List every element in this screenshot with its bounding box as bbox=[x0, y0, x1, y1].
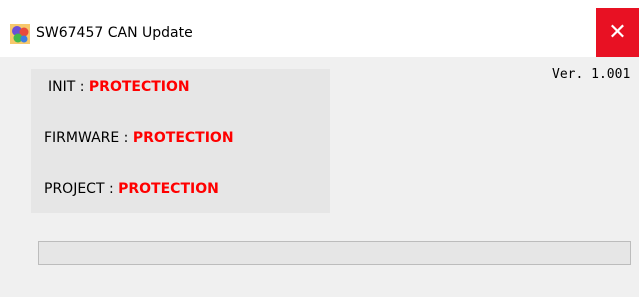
version-label: Ver. 1.001 bbox=[552, 67, 631, 82]
close-icon: ✕ bbox=[608, 19, 627, 45]
firmware-label: FIRMWARE : bbox=[44, 130, 133, 146]
init-value: PROTECTION bbox=[88, 79, 190, 95]
init-status: INIT : PROTECTION bbox=[48, 79, 190, 95]
app-icon bbox=[10, 24, 30, 44]
firmware-status: FIRMWARE : PROTECTION bbox=[44, 130, 234, 146]
init-label: INIT : bbox=[48, 79, 89, 95]
status-panel: INIT : PROTECTION FIRMWARE : PROTECTION … bbox=[31, 69, 330, 213]
firmware-value: PROTECTION bbox=[132, 130, 234, 146]
project-status: PROJECT : PROTECTION bbox=[44, 181, 219, 197]
close-button[interactable]: ✕ bbox=[596, 8, 639, 57]
progress-bar bbox=[38, 241, 631, 265]
window-title: SW67457 CAN Update bbox=[36, 25, 193, 41]
title-bar[interactable]: SW67457 CAN Update ✕ bbox=[0, 0, 639, 57]
project-label: PROJECT : bbox=[44, 181, 119, 197]
update-window: SW67457 CAN Update ✕ Ver. 1.001 INIT : P… bbox=[0, 0, 639, 297]
project-value: PROTECTION bbox=[118, 181, 219, 197]
